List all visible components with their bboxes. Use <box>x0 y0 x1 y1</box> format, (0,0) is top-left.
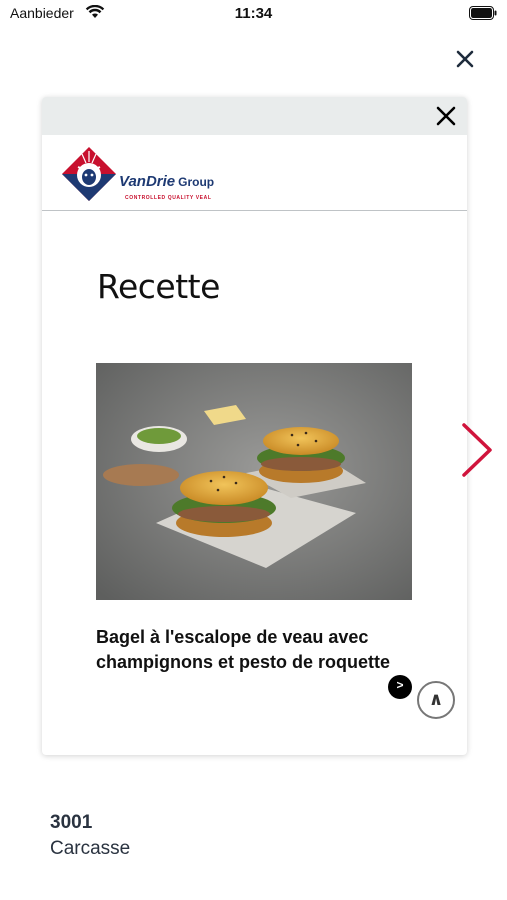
brand-group: Group <box>178 175 215 189</box>
chevron-up-icon: ∧ <box>428 689 444 709</box>
product-name: Carcasse <box>50 838 131 859</box>
ad-card[interactable]: VanDrie Group CONTROLLED QUALITY VEAL Rec… <box>42 97 467 755</box>
brand-logo-icon <box>62 147 116 201</box>
clock: 11:34 <box>234 5 273 22</box>
recipe-title[interactable]: Bagel à l'escalope de veau avec champign… <box>96 625 396 675</box>
screen: Aanbieder 11:34 VanDrie Group CONTROLLED… <box>0 0 507 900</box>
product-code: 3001 <box>50 812 93 833</box>
status-bar: Aanbieder 11:34 <box>0 0 507 28</box>
ad-choice-label: > <box>396 678 404 692</box>
battery-icon <box>469 6 497 20</box>
brand-name: VanDrie <box>119 173 176 190</box>
ad-close-icon[interactable] <box>435 105 457 127</box>
chevron-right-icon[interactable] <box>460 422 494 478</box>
close-icon[interactable] <box>453 47 477 71</box>
scroll-up-button[interactable]: ∧ <box>417 681 455 719</box>
brand-tagline: CONTROLLED QUALITY VEAL <box>125 195 212 201</box>
ad-choice-button[interactable]: > <box>388 675 412 699</box>
brand-wordmark: VanDrie Group <box>119 173 214 190</box>
ad-brand-header: VanDrie Group CONTROLLED QUALITY VEAL <box>42 135 467 211</box>
recipe-photo[interactable] <box>96 363 412 600</box>
ad-top-bar <box>42 97 467 135</box>
recipe-heading: Recette <box>97 267 220 306</box>
